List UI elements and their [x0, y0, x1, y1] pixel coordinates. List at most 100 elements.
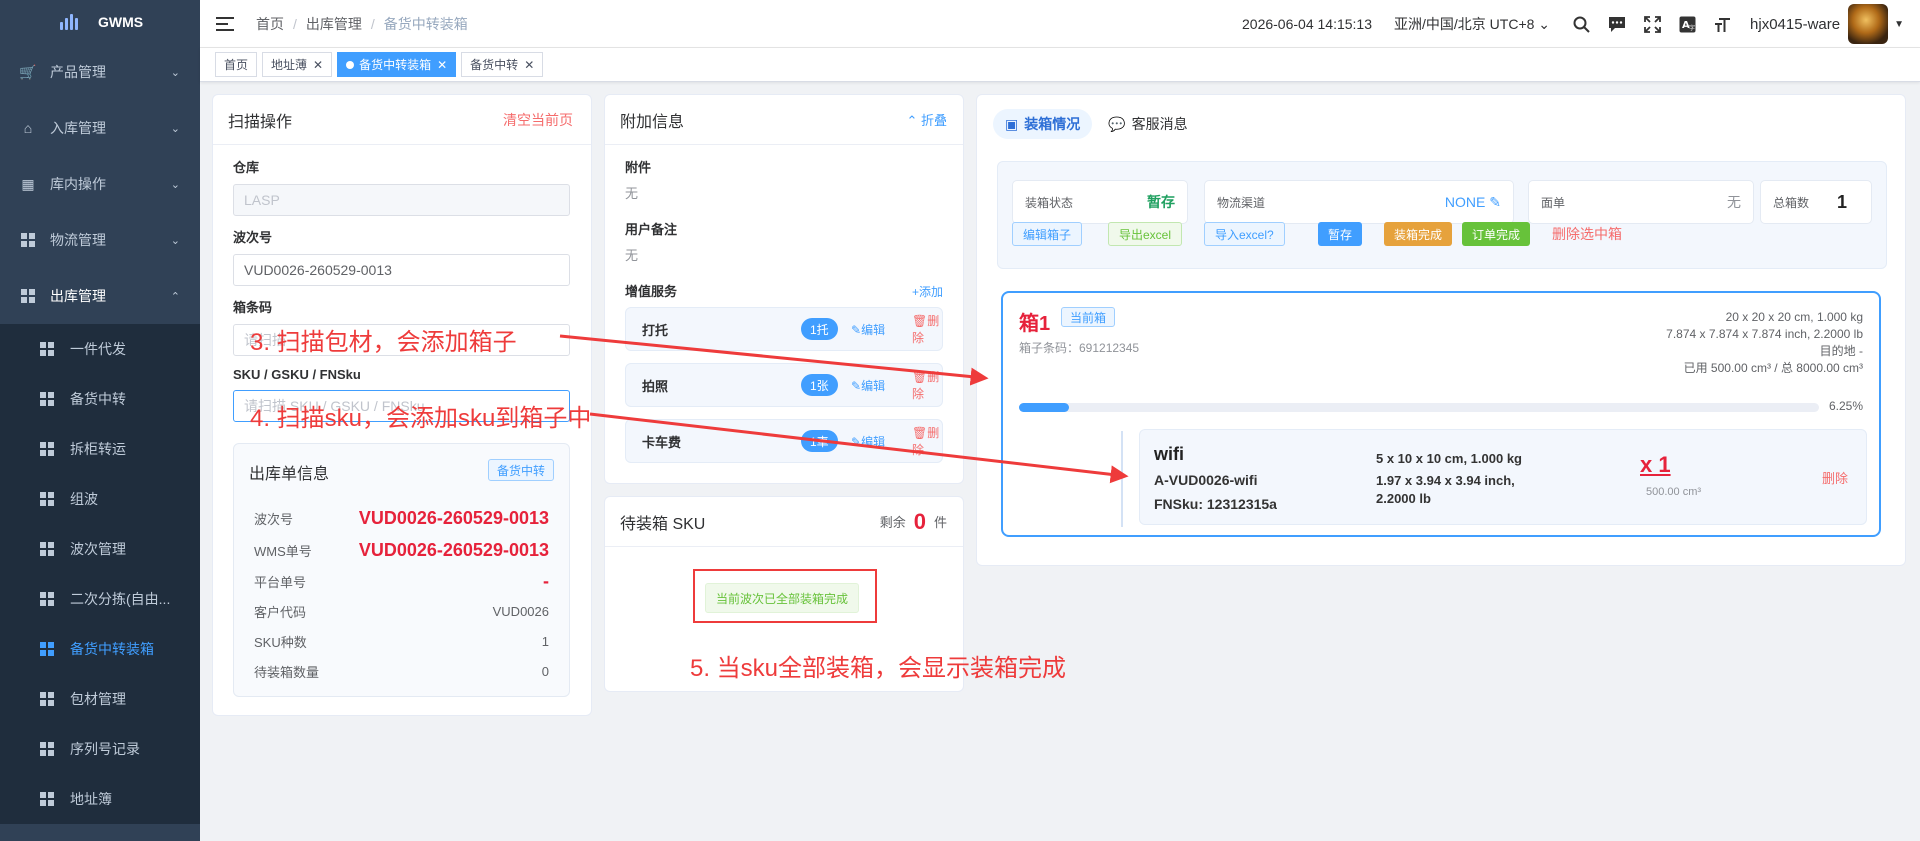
- grid-icon: [40, 742, 54, 756]
- delete-service-button[interactable]: 🗑删除: [912, 312, 942, 346]
- sidebar-item-outbound[interactable]: 出库管理 ⌃: [0, 268, 200, 324]
- submenu-item[interactable]: 波次管理: [0, 524, 200, 574]
- order-complete-button[interactable]: 订单完成: [1462, 222, 1531, 246]
- app-name: GWMS: [98, 14, 144, 30]
- submenu-item-active[interactable]: 备货中转装箱: [0, 624, 200, 674]
- tag-address-book[interactable]: 地址薄 ✕: [262, 52, 333, 77]
- grid-icon: [20, 232, 36, 248]
- message-icon[interactable]: [1608, 16, 1626, 33]
- card-title: 待装箱 SKU: [620, 515, 706, 533]
- box-card[interactable]: 箱1 当前箱 箱子条码：691212345 20 x 20 x 20 cm, 1…: [1001, 291, 1881, 537]
- edit-box-button[interactable]: 编辑箱子: [1012, 222, 1083, 246]
- submenu-item[interactable]: 二次分拣(自由...: [0, 574, 200, 624]
- sidebar-item-logistics[interactable]: 物流管理 ⌄: [0, 212, 200, 268]
- order-type-badge[interactable]: 备货中转: [487, 459, 554, 481]
- submenu-item[interactable]: 一件代发: [0, 324, 200, 374]
- fullscreen-icon[interactable]: [1644, 15, 1661, 33]
- edit-icon: ✎: [1489, 193, 1501, 210]
- sidebar-item-inbound[interactable]: ⌂ 入库管理 ⌄: [0, 100, 200, 156]
- submenu-label: 地址簿: [70, 791, 112, 807]
- fold-button[interactable]: ⌃ 折叠: [906, 110, 947, 129]
- wave-number-input[interactable]: VUD0026-260529-0013: [233, 254, 570, 286]
- grid-icon: [40, 492, 54, 506]
- submenu-label: 备货中转: [70, 391, 126, 407]
- field-value: LASP: [244, 192, 280, 208]
- export-excel-button[interactable]: 导出excel: [1108, 222, 1183, 246]
- tab-label: 客服消息: [1131, 116, 1188, 132]
- app-logo[interactable]: GWMS: [0, 0, 200, 44]
- caret-down-icon[interactable]: ▼: [1894, 19, 1904, 30]
- service-label: 增值服务: [625, 284, 678, 299]
- tag-label: 备货中转装箱: [359, 58, 432, 72]
- info-row-pending: 待装箱数量 0: [254, 656, 549, 686]
- import-excel-button[interactable]: 导入excel?: [1204, 222, 1285, 246]
- close-icon[interactable]: ✕: [437, 58, 447, 72]
- sidebar-item-product[interactable]: 🛒 产品管理 ⌄: [0, 44, 200, 100]
- tag-home[interactable]: 首页: [215, 52, 258, 77]
- submenu-item[interactable]: 组波: [0, 474, 200, 524]
- service-name: 卡车费: [642, 434, 682, 450]
- submenu-item[interactable]: 序列号记录: [0, 724, 200, 774]
- submenu-label: 备货中转装箱: [70, 641, 154, 657]
- breadcrumb-item[interactable]: 首页: [256, 14, 284, 34]
- submenu-label: 波次管理: [70, 541, 126, 557]
- add-service-button[interactable]: +添加: [912, 283, 943, 300]
- close-icon[interactable]: ✕: [313, 58, 323, 72]
- delete-item-button[interactable]: 删除: [1822, 468, 1848, 487]
- translate-icon[interactable]: A字: [1679, 16, 1696, 33]
- box-dims-inch: 7.874 x 7.874 x 7.874 inch, 2.2000 lb: [1666, 327, 1863, 341]
- breadcrumb-separator: /: [293, 15, 297, 32]
- chevron-down-icon: ⌄: [1538, 16, 1551, 32]
- breadcrumb-item[interactable]: 出库管理: [306, 14, 362, 34]
- home-icon: ⌂: [23, 120, 33, 136]
- clear-page-button[interactable]: 清空当前页: [503, 110, 573, 130]
- total-boxes-stat: 总箱数 1: [1760, 180, 1872, 224]
- delete-selected-box-button[interactable]: 删除选中箱: [1542, 222, 1632, 246]
- item-weight-lb: 2.2000 lb: [1376, 491, 1431, 506]
- tab-customer-messages[interactable]: 💬 客服消息: [1096, 109, 1199, 139]
- edit-service-button[interactable]: ✎编辑: [851, 433, 885, 450]
- sidebar-item-warehouse-ops[interactable]: ▦ 库内操作 ⌄: [0, 156, 200, 212]
- field-label: 仓库: [233, 160, 260, 175]
- submenu-item[interactable]: 地址簿: [0, 774, 200, 824]
- channel-edit-button[interactable]: NONE ✎: [1445, 194, 1501, 211]
- field-label: 箱条码: [233, 300, 273, 315]
- submenu-item[interactable]: 拆柜转运: [0, 424, 200, 474]
- breadcrumb-separator: /: [370, 15, 375, 32]
- delete-service-button[interactable]: 🗑删除: [912, 424, 942, 458]
- info-row-wave: 波次号 VUD0026-260529-0013: [254, 502, 549, 534]
- close-icon[interactable]: ✕: [524, 58, 534, 72]
- item-fnsku: FNSku: 12312315a: [1154, 496, 1277, 512]
- chevron-down-icon: ⌄: [170, 234, 180, 247]
- edit-service-button[interactable]: ✎编辑: [851, 377, 885, 394]
- fold-label: 折叠: [920, 113, 947, 128]
- tag-stock-transfer[interactable]: 备货中转 ✕: [461, 52, 544, 77]
- hamburger-icon[interactable]: [216, 16, 234, 31]
- breadcrumb-current: 备货中转装箱: [383, 15, 468, 32]
- save-draft-button[interactable]: 暂存: [1318, 222, 1363, 246]
- submenu-label: 拆柜转运: [70, 441, 126, 457]
- username[interactable]: hjx0415-ware: [1750, 16, 1840, 33]
- info-label: 待装箱数量: [254, 664, 320, 680]
- grid-icon: [40, 342, 54, 356]
- delete-service-button[interactable]: 🗑删除: [912, 368, 942, 402]
- field-label: SKU / GSKU / FNSku: [233, 367, 361, 382]
- packing-card: ▣ 装箱情况 💬 客服消息 装箱状态 暂存 物流渠道 NONE ✎ 面单 无 总箱数…: [976, 94, 1906, 566]
- font-size-icon[interactable]: [1714, 16, 1731, 33]
- tag-stock-transfer-packing[interactable]: 备货中转装箱 ✕: [337, 52, 457, 77]
- item-quantity[interactable]: x 1: [1640, 452, 1671, 478]
- trash-icon: 🗑: [912, 314, 928, 328]
- submenu-label: 二次分拣(自由...: [70, 591, 171, 607]
- timezone-select[interactable]: 亚洲/中国/北京 UTC+8 ⌄: [1394, 14, 1550, 34]
- submenu-item[interactable]: 备货中转: [0, 374, 200, 424]
- tab-packing-status[interactable]: ▣ 装箱情况: [993, 109, 1093, 139]
- tag-label: 首页: [224, 58, 249, 72]
- stat-label: 物流渠道: [1217, 195, 1266, 210]
- submenu-item[interactable]: 包材管理: [0, 674, 200, 724]
- edit-service-button[interactable]: ✎编辑: [851, 321, 885, 338]
- sidebar-item-label: 产品管理: [50, 64, 106, 80]
- search-icon[interactable]: [1573, 16, 1590, 33]
- avatar[interactable]: [1848, 4, 1889, 44]
- volume-progress-track: [1019, 403, 1819, 412]
- packing-complete-button[interactable]: 装箱完成: [1384, 222, 1453, 246]
